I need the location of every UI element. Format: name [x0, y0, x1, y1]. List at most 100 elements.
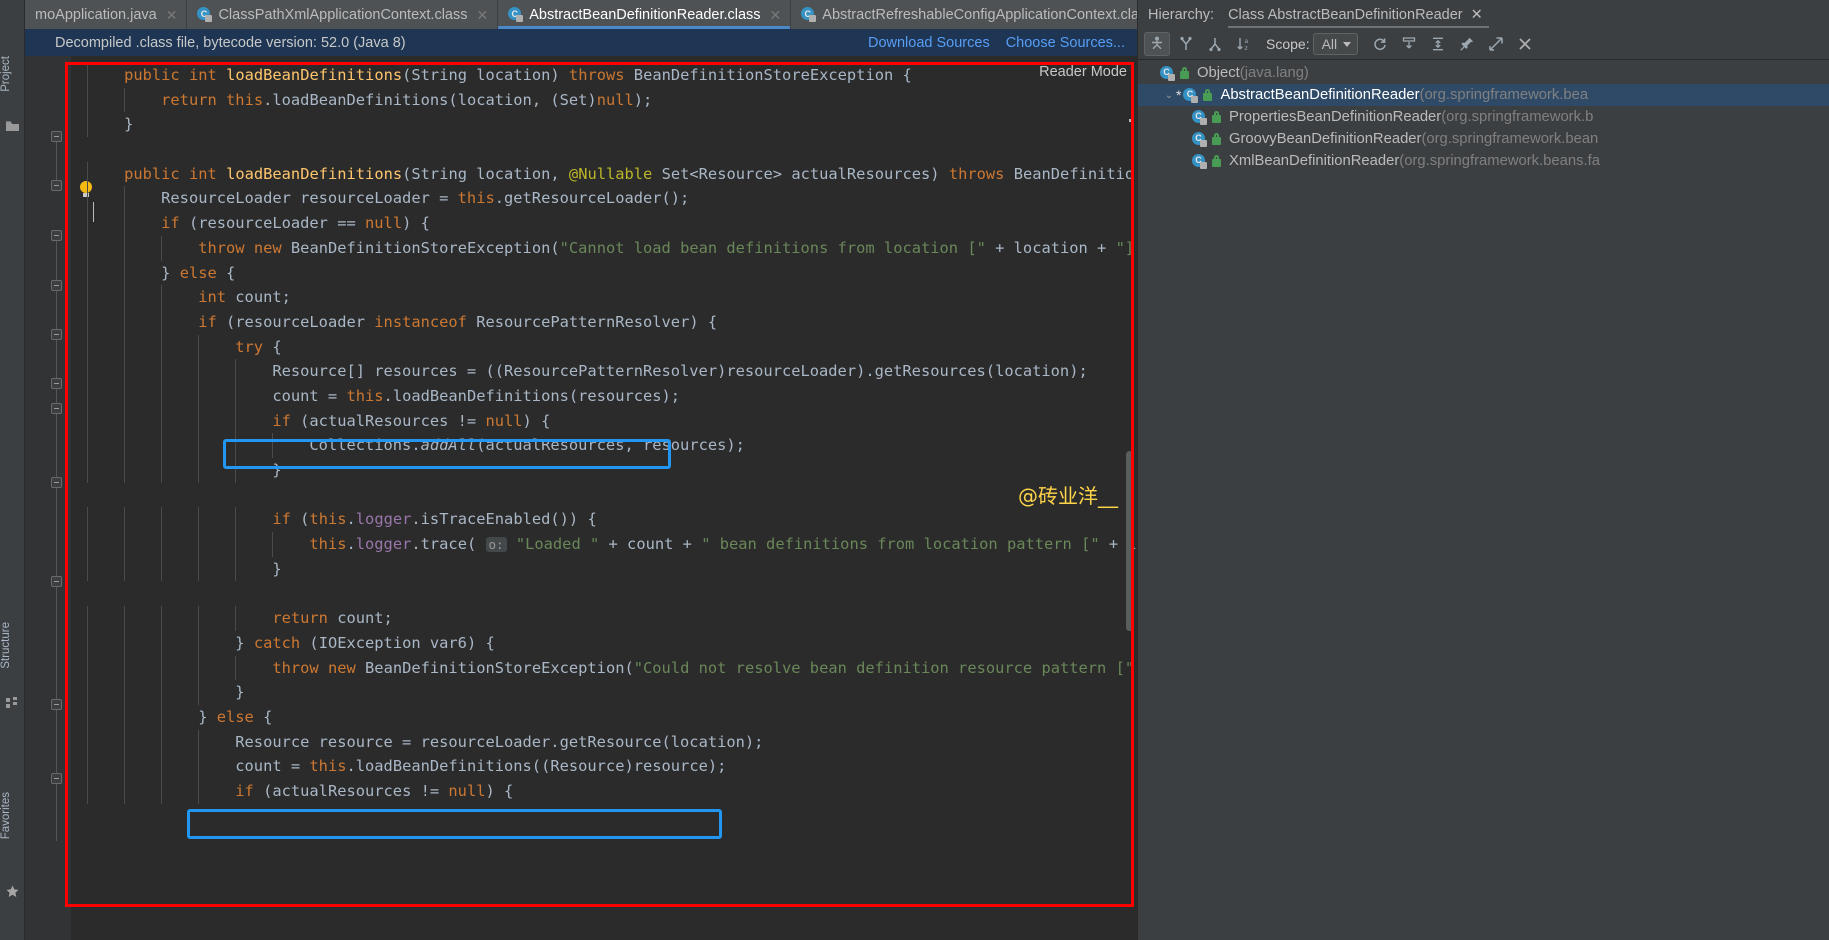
scope-dropdown[interactable]: All: [1312, 33, 1359, 55]
code-token: return: [161, 90, 217, 109]
pin-icon[interactable]: [1454, 32, 1480, 56]
tree-row[interactable]: C Object (java.lang): [1138, 62, 1829, 84]
choose-sources-link[interactable]: Choose Sources...: [1006, 35, 1125, 51]
indent-guide: [124, 507, 126, 533]
indent-guide: [87, 334, 88, 360]
indent-guide: [87, 532, 88, 557]
code-line: if (resourceLoader instanceof ResourcePa…: [71, 309, 1137, 335]
close-icon[interactable]: ✕: [1471, 7, 1483, 23]
svg-text:a: a: [1245, 38, 1249, 45]
hierarchy-tree[interactable]: C Object (java.lang) ⌄ * C AbstractBeanDefini…: [1138, 60, 1829, 940]
fold-marker[interactable]: [51, 230, 62, 241]
code-line: Resource[] resources = ((ResourcePattern…: [71, 359, 1137, 384]
fold-marker[interactable]: [51, 699, 62, 710]
tree-row[interactable]: C GroovyBeanDefinitionReader (org.springf…: [1138, 128, 1829, 150]
tree-node-package: (org.springframework.b: [1441, 109, 1594, 125]
text-caret: [93, 202, 94, 222]
indent-guide: [272, 532, 274, 557]
close-icon[interactable]: [1512, 32, 1538, 56]
indent-guide: [87, 729, 88, 755]
sidebar-item-label: Favorites: [0, 792, 12, 840]
close-icon[interactable]: ✕: [166, 8, 178, 22]
code-token: " bean definitions from location pattern…: [701, 535, 1100, 554]
code-token: this: [457, 189, 495, 208]
open-in-new-window-icon[interactable]: [1483, 32, 1509, 56]
code-line: }: [71, 458, 1137, 483]
fold-marker[interactable]: [51, 131, 62, 142]
public-visibility-icon: [1212, 111, 1223, 123]
tree-row[interactable]: ⌄ * C AbstractBeanDefinitionReader (org.spr…: [1138, 84, 1829, 106]
indent-guide: [161, 309, 163, 335]
reader-mode-label[interactable]: Reader Mode: [1039, 64, 1127, 80]
code-token: ResourceLoader resourceLoader =: [161, 189, 458, 208]
indent-guide: [161, 532, 163, 557]
indent-guide: [198, 729, 200, 755]
expand-all-icon[interactable]: [1396, 32, 1422, 56]
subtypes-hierarchy-icon[interactable]: [1202, 32, 1228, 56]
fold-marker[interactable]: [51, 477, 62, 488]
indent-guide: [235, 655, 237, 681]
tree-node-package: (org.springframework.bean: [1421, 131, 1599, 147]
indent-guide: [124, 359, 126, 384]
indent-guide: [198, 507, 200, 533]
code-editor[interactable]: public int loadBeanDefinitions(String lo…: [25, 56, 1137, 940]
class-file-icon: C: [1192, 131, 1207, 147]
sidebar-item-favorites[interactable]: Favorites: [0, 790, 25, 841]
code-token: null: [448, 781, 486, 800]
tab-ClassPathXmlApplicationContext-class[interactable]: C ClassPathXmlApplicationContext.class ✕: [187, 0, 499, 29]
tree-row[interactable]: C XmlBeanDefinitionReader (org.springfram…: [1138, 150, 1829, 172]
type-hierarchy-icon[interactable]: [1144, 32, 1170, 56]
indent-guide: [124, 334, 126, 360]
code-token: }: [124, 115, 134, 134]
indent-guide: [124, 383, 126, 409]
code-token: (String location): [402, 66, 569, 84]
fold-marker[interactable]: [51, 280, 62, 291]
chevron-down-icon[interactable]: ⌄: [1162, 90, 1176, 101]
fold-marker[interactable]: [51, 329, 62, 340]
fold-marker[interactable]: [51, 576, 62, 587]
tab-moApplication-java[interactable]: moApplication.java ✕: [25, 0, 188, 29]
class-file-icon: C: [1192, 153, 1207, 169]
editor-gutter[interactable]: [25, 56, 71, 940]
code-line: if (actualResources != null) {: [71, 408, 1137, 434]
sort-alphabetically-icon[interactable]: az: [1231, 32, 1257, 56]
refresh-icon[interactable]: [1367, 32, 1393, 56]
fold-marker[interactable]: [51, 378, 62, 389]
indent-guide: [124, 754, 126, 779]
close-icon[interactable]: ✕: [476, 8, 488, 22]
indent-guide: [124, 433, 126, 458]
code-token: return: [272, 609, 328, 628]
code-token: else: [179, 263, 217, 282]
source-code[interactable]: public int loadBeanDefinitions(String lo…: [71, 56, 1137, 940]
sidebar-item-structure[interactable]: Structure: [0, 620, 25, 671]
editor-scrollbar-thumb[interactable]: [1126, 451, 1133, 631]
sidebar-item-project[interactable]: Project: [0, 54, 25, 94]
code-token: this: [309, 535, 347, 554]
supertypes-hierarchy-icon[interactable]: [1173, 32, 1199, 56]
close-icon[interactable]: ✕: [770, 8, 782, 22]
tab-AbstractBeanDefinitionReader-class[interactable]: C AbstractBeanDefinitionReader.class ✕: [498, 0, 792, 29]
tab-AbstractRefreshableConfigApplicationContext-class[interactable]: C AbstractRefreshableConfigApplicationCo…: [791, 0, 1137, 29]
indent-guide: [161, 285, 163, 310]
fold-marker[interactable]: [51, 180, 62, 191]
code-token: else: [216, 707, 254, 726]
hierarchy-tab[interactable]: Class AbstractBeanDefinitionReader ✕: [1228, 0, 1489, 29]
code-token: BeanDefinitionStoreException(: [281, 238, 560, 257]
code-line: } else {: [71, 704, 1137, 730]
fold-marker[interactable]: [51, 403, 62, 414]
code-token: {: [263, 337, 282, 356]
code-token: (resourceLoader ==: [179, 214, 366, 233]
code-line: public int loadBeanDefinitions(String lo…: [71, 63, 1137, 88]
code-token: public: [124, 66, 180, 84]
collapse-all-icon[interactable]: [1425, 32, 1451, 56]
code-token: "Cannot load bean definitions from locat…: [559, 238, 986, 257]
code-token: instanceof: [374, 312, 467, 331]
download-sources-link[interactable]: Download Sources: [868, 35, 990, 51]
indent-guide: [87, 606, 88, 631]
tree-row[interactable]: C PropertiesBeanDefinitionReader (org.spr…: [1138, 106, 1829, 128]
fold-marker[interactable]: [51, 773, 62, 784]
indent-guide: [87, 556, 88, 582]
